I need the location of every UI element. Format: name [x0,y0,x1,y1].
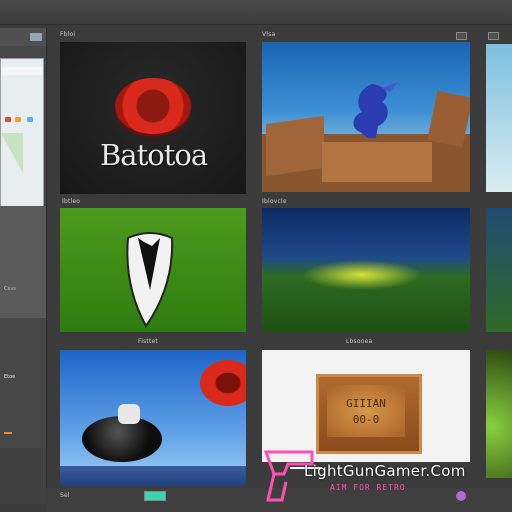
ground-shape [60,466,246,486]
box-text: GIIIAN [346,397,386,410]
rock-shape [266,115,324,177]
thumbnail-tile[interactable] [60,208,246,332]
tile-label: Lbsooea [346,338,373,345]
left-panel-section: Cxvs [0,206,46,318]
tile-menu-button[interactable] [456,32,467,40]
preview-blue-dot-icon [27,117,33,122]
light-glow-shape [302,260,422,290]
left-panel-label: Cxvs [4,286,17,292]
thumbnail-tile[interactable] [486,208,512,332]
watermark-subtext: AIM FOR RETRO [330,483,406,492]
panel-toggle-button[interactable] [30,33,42,41]
status-chip[interactable] [144,491,166,501]
preview-thumbnail[interactable] [0,58,44,210]
tile-label: Ibtleo [62,198,81,205]
box-text: 00-0 [352,413,380,426]
thumbnail-tile[interactable]: GIIIAN 00-0 [262,350,470,462]
rock-shape [322,142,432,182]
preview-shape [1,133,23,173]
status-dot-icon [456,491,466,501]
preview-red-dot-icon [5,117,11,122]
tile-label: Fisttet [138,338,158,345]
rock-shape [427,90,470,148]
left-panel-header [0,28,46,46]
left-panel: Cxvs Etoe [0,28,47,504]
cartridge-box-icon: GIIIAN 00-0 [316,374,422,454]
thumbnail-tile[interactable] [262,42,470,192]
orange-marker-icon [4,432,12,434]
left-panel-footer [0,448,46,504]
creature-figure-icon [353,82,398,138]
tile-logo-text: Batotoa [100,138,208,172]
tile-label: Iblovcle [262,198,287,205]
shield-icon [126,232,174,328]
preview-row [1,67,43,75]
watermark-text: LightGunGamer.Com [304,462,466,480]
top-toolbar [0,0,512,25]
thumbnail-tile[interactable]: Batotoa [60,42,246,194]
red-disc-icon [115,78,191,134]
white-button-shape [118,404,140,424]
red-disc-icon [200,360,246,406]
tile-label: Vlsa [262,31,276,38]
thumbnail-tile[interactable] [486,350,512,478]
tile-menu-button[interactable] [488,32,499,40]
preview-orange-dot-icon [15,117,21,122]
thumbnail-tile[interactable] [486,44,512,192]
cartridge-label: GIIIAN 00-0 [327,385,405,437]
tile-label: Fbloi [60,31,76,38]
thumbnail-tile[interactable] [60,350,246,486]
thumbnail-tile[interactable] [262,208,470,332]
bottom-label: Sel [60,492,70,499]
left-panel-label: Etoe [4,374,16,380]
